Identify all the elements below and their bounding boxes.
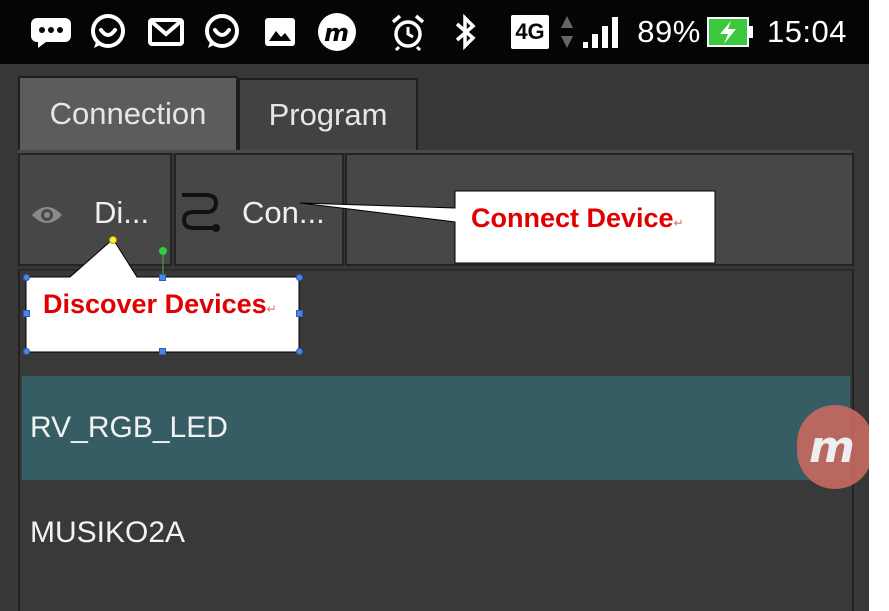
selection-handle[interactable] — [296, 274, 303, 281]
connect-callout-label: Connect Device — [471, 203, 674, 233]
selection-handle[interactable] — [159, 274, 166, 281]
connect-callout-text: Connect Device↵ — [471, 203, 684, 234]
selection-handle[interactable] — [159, 348, 166, 355]
selection-handle[interactable] — [23, 310, 30, 317]
discover-callout-label: Discover Devices — [43, 289, 267, 319]
page-margin — [869, 0, 889, 611]
selection-handle[interactable] — [296, 348, 303, 355]
app-frame: m 4G 89% 15:04 Connection Program Di... … — [0, 0, 869, 611]
paragraph-mark: ↵ — [673, 216, 684, 230]
selection-handle[interactable] — [23, 274, 30, 281]
selection-handle[interactable] — [296, 310, 303, 317]
adjust-handle — [109, 236, 117, 244]
discover-callout-text: Discover Devices↵ — [43, 289, 277, 320]
rotate-handle — [159, 247, 167, 255]
selection-handle[interactable] — [23, 348, 30, 355]
paragraph-mark: ↵ — [266, 302, 277, 316]
